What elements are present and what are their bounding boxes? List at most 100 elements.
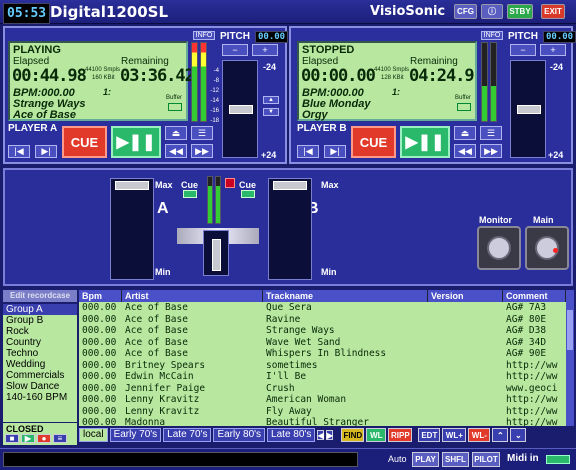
sidebar-item-country[interactable]: Country	[3, 337, 77, 348]
monitor-knob-dial[interactable]	[487, 236, 511, 260]
scrollbar-thumb[interactable]	[567, 310, 573, 350]
info-button[interactable]: ⓘ	[481, 4, 503, 19]
wl-minus-button[interactable]: WL-	[468, 428, 491, 442]
edit-recordcase-button[interactable]: Edit recordcase	[3, 290, 77, 302]
deck-a-rewind-button[interactable]: ◀◀	[165, 144, 187, 158]
deck-b-list-button[interactable]: ☰	[480, 126, 502, 140]
standby-button[interactable]: STBY	[507, 4, 533, 19]
sidebar-item-group-b[interactable]: Group B	[3, 315, 77, 326]
deck-b-prev-button[interactable]: |◀	[297, 145, 319, 158]
recordcase-record-button[interactable]: ●	[37, 434, 51, 443]
table-row[interactable]: 000.00 Lenny Kravitz Fly Away http://ww	[79, 406, 566, 418]
recordcase-stop-button[interactable]: ■	[5, 434, 19, 443]
cue-a-button[interactable]	[183, 190, 197, 198]
deck-a-next-button[interactable]: ▶|	[35, 145, 57, 158]
sidebar-item-group-a[interactable]: Group A	[3, 304, 77, 315]
channel-b-fader[interactable]	[268, 178, 312, 280]
move-up-button[interactable]: ⌃	[492, 428, 509, 442]
column-version[interactable]: Version	[428, 290, 503, 302]
deck-b-forward-button[interactable]: ▶▶	[480, 144, 502, 158]
sidebar-item-140-160-bpm[interactable]: 140-160 BPM	[3, 392, 77, 403]
channel-a-fader-handle[interactable]	[115, 181, 149, 190]
cfg-button[interactable]: CFG	[454, 4, 477, 19]
table-cell	[428, 394, 503, 406]
tab-early-70s[interactable]: Early 70's	[109, 428, 162, 442]
scale-label: -18	[210, 118, 219, 124]
deck-a-list-button[interactable]: ☰	[191, 126, 213, 140]
deck-a-pitch-plus-button[interactable]: +	[252, 44, 278, 56]
table-row[interactable]: 000.00 Ace of Base Whispers In Blindness AG…	[79, 348, 566, 360]
table-row[interactable]: 000.00 Britney Spears sometimes http://ww	[79, 360, 566, 372]
tab-late-80s[interactable]: Late 80's	[267, 428, 316, 442]
deck-b-cue-button[interactable]: CUE	[351, 126, 396, 158]
column-artist[interactable]: Artist	[122, 290, 263, 302]
deck-b-play-pause-button[interactable]: ▶❚❚	[400, 126, 450, 158]
table-row[interactable]: 000.00 Ace of Base Strange Ways AG# D38	[79, 325, 566, 337]
table-row[interactable]: 000.00 Ace of Base Ravine AG# 80E	[79, 314, 566, 326]
table-row[interactable]: 000.00 Edwin McCain I'll Be http://ww	[79, 371, 566, 383]
deck-b-pitch-plus-button[interactable]: +	[540, 44, 566, 56]
table-row[interactable]: 000.00 Madonna Beautiful Stranger http://ww	[79, 417, 566, 426]
deck-a-prev-button[interactable]: |◀	[8, 145, 30, 158]
auto-play-button[interactable]: PLAY	[412, 452, 439, 467]
deck-b-info-button[interactable]: INFO	[481, 31, 503, 40]
deck-a-eject-button[interactable]: ⏏	[165, 126, 187, 140]
main-volume-knob[interactable]	[525, 226, 569, 270]
tab-local[interactable]: local	[79, 428, 108, 442]
recordcase-menu-button[interactable]: ≡	[53, 434, 67, 443]
sidebar-item-commercials[interactable]: Commercials	[3, 370, 77, 381]
tabs-right-arrow[interactable]: ▶	[326, 430, 334, 440]
sidebar-item-techno[interactable]: Techno	[3, 348, 77, 359]
sidebar-item-wedding[interactable]: Wedding	[3, 359, 77, 370]
exit-button[interactable]: EXIT	[541, 4, 565, 19]
deck-a-play-pause-button[interactable]: ▶❚❚	[111, 126, 161, 158]
edt-button[interactable]: EDT	[418, 428, 441, 442]
deck-a-forward-button[interactable]: ▶▶	[191, 144, 213, 158]
pitch-slider-handle[interactable]	[229, 105, 253, 114]
channel-a-fader[interactable]	[110, 178, 154, 280]
deck-a-info-button[interactable]: INFO	[193, 31, 215, 40]
find-button[interactable]: FIND	[341, 428, 365, 442]
table-row[interactable]: 000.00 Ace of Base Que Sera AG# 7A3	[79, 302, 566, 314]
deck-b-buffer-indicator	[457, 103, 471, 111]
table-cell: Ace of Base	[125, 325, 188, 336]
table-row[interactable]: 000.00 Ace of Base Wave Wet Sand AG# 34D	[79, 337, 566, 349]
deck-a-pitch-minus-button[interactable]: −	[222, 44, 248, 56]
wl-button[interactable]: WL	[366, 428, 387, 442]
wl-plus-button[interactable]: WL+	[442, 428, 467, 442]
shuffle-button[interactable]: SHFL	[442, 452, 469, 467]
move-down-button[interactable]: ⌄	[510, 428, 527, 442]
crossfader[interactable]	[203, 230, 229, 276]
cue-b-button[interactable]	[241, 190, 255, 198]
main-label: Main	[533, 215, 554, 225]
tab-early-80s[interactable]: Early 80's	[213, 428, 266, 442]
channel-b-fader-handle[interactable]	[273, 181, 307, 190]
column-bpm[interactable]: Bpm	[79, 290, 122, 302]
tab-late-70s[interactable]: Late 70's	[163, 428, 212, 442]
sidebar-item-slow-dance[interactable]: Slow Dance	[3, 381, 77, 392]
deck-b-pitch-top: -24	[550, 62, 564, 72]
column-comment[interactable]: Comment	[503, 290, 566, 302]
monitor-volume-knob[interactable]	[477, 226, 521, 270]
table-row[interactable]: 000.00 Jennifer Paige Crush www.geoci	[79, 383, 566, 395]
deck-b-next-button[interactable]: ▶|	[324, 145, 346, 158]
column-trackname[interactable]: Trackname	[263, 290, 428, 302]
deck-a-cue-button[interactable]: CUE	[62, 126, 107, 158]
tabs-left-arrow[interactable]: ◀	[317, 430, 325, 440]
deck-b-pitch-minus-button[interactable]: −	[510, 44, 536, 56]
tracklist-scrollbar[interactable]	[566, 290, 574, 426]
deck-a-pitch-slider[interactable]	[222, 60, 258, 158]
recordcase-play-button[interactable]: ▶	[21, 434, 35, 443]
table-row[interactable]: 000.00 Lenny Kravitz American Woman http://…	[79, 394, 566, 406]
deck-b-pitch-slider[interactable]	[510, 60, 546, 158]
deck-a-nudge-down-button[interactable]: ▼	[263, 108, 279, 116]
table-cell: I'll Be	[266, 371, 307, 382]
pitch-slider-handle[interactable]	[517, 105, 541, 114]
ripp-button[interactable]: RIPP	[388, 428, 413, 442]
deck-b-rewind-button[interactable]: ◀◀	[454, 144, 476, 158]
sidebar-item-rock[interactable]: Rock	[3, 326, 77, 337]
deck-b-eject-button[interactable]: ⏏	[454, 126, 476, 140]
pilot-button[interactable]: PILOT	[472, 452, 500, 467]
crossfader-handle[interactable]	[212, 239, 221, 271]
deck-a-nudge-up-button[interactable]: ▲	[263, 96, 279, 104]
